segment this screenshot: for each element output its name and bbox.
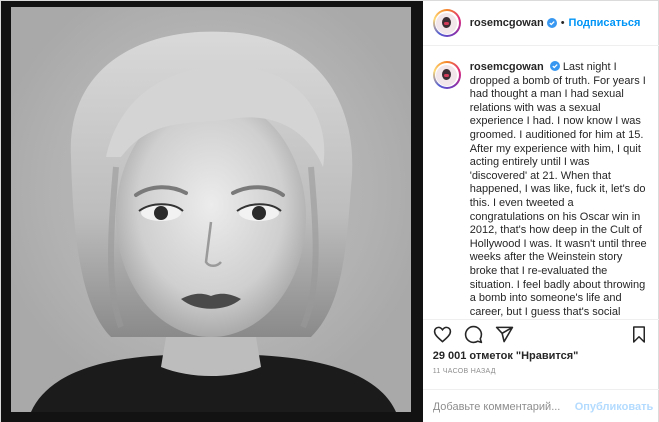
share-icon[interactable] <box>495 325 515 345</box>
caption-avatar-image <box>436 64 458 86</box>
publish-button[interactable]: Опубликовать <box>575 401 654 413</box>
caption-text: Last night I dropped a bomb of truth. Fo… <box>469 61 647 318</box>
caption-username[interactable]: rosemcgowan <box>470 61 544 73</box>
verified-badge-icon <box>546 18 557 28</box>
heart-icon[interactable] <box>433 325 453 345</box>
avatar-image <box>436 12 458 34</box>
action-bar <box>422 319 659 349</box>
comment-input[interactable] <box>432 400 575 413</box>
instagram-post: rosemcgowan • Подписаться rosemcgowan La… <box>0 0 659 422</box>
follow-button[interactable]: Подписаться <box>569 17 641 29</box>
caption-area: rosemcgowan Last night I dropped a bomb … <box>423 47 659 319</box>
portrait-photograph <box>11 7 411 412</box>
caption-text-block: rosemcgowan Last night I dropped a bomb … <box>470 61 649 319</box>
post-header: rosemcgowan • Подписаться <box>422 1 659 46</box>
likes-count[interactable]: 29 001 отметок "Нравится" <box>433 350 579 362</box>
timestamp[interactable]: 11 часов назад <box>433 368 496 375</box>
comment-bar: Опубликовать <box>422 389 659 422</box>
post-photo[interactable] <box>1 1 423 422</box>
post-sidebar: rosemcgowan • Подписаться rosemcgowan La… <box>422 1 659 422</box>
verified-badge-icon <box>549 61 560 71</box>
separator-dot: • <box>560 17 565 29</box>
portrait-illustration <box>11 7 411 412</box>
caption-avatar[interactable] <box>432 61 461 89</box>
avatar[interactable] <box>432 9 461 37</box>
header-username[interactable]: rosemcgowan <box>470 17 544 29</box>
bookmark-icon[interactable] <box>629 325 649 345</box>
comment-icon[interactable] <box>464 325 484 345</box>
